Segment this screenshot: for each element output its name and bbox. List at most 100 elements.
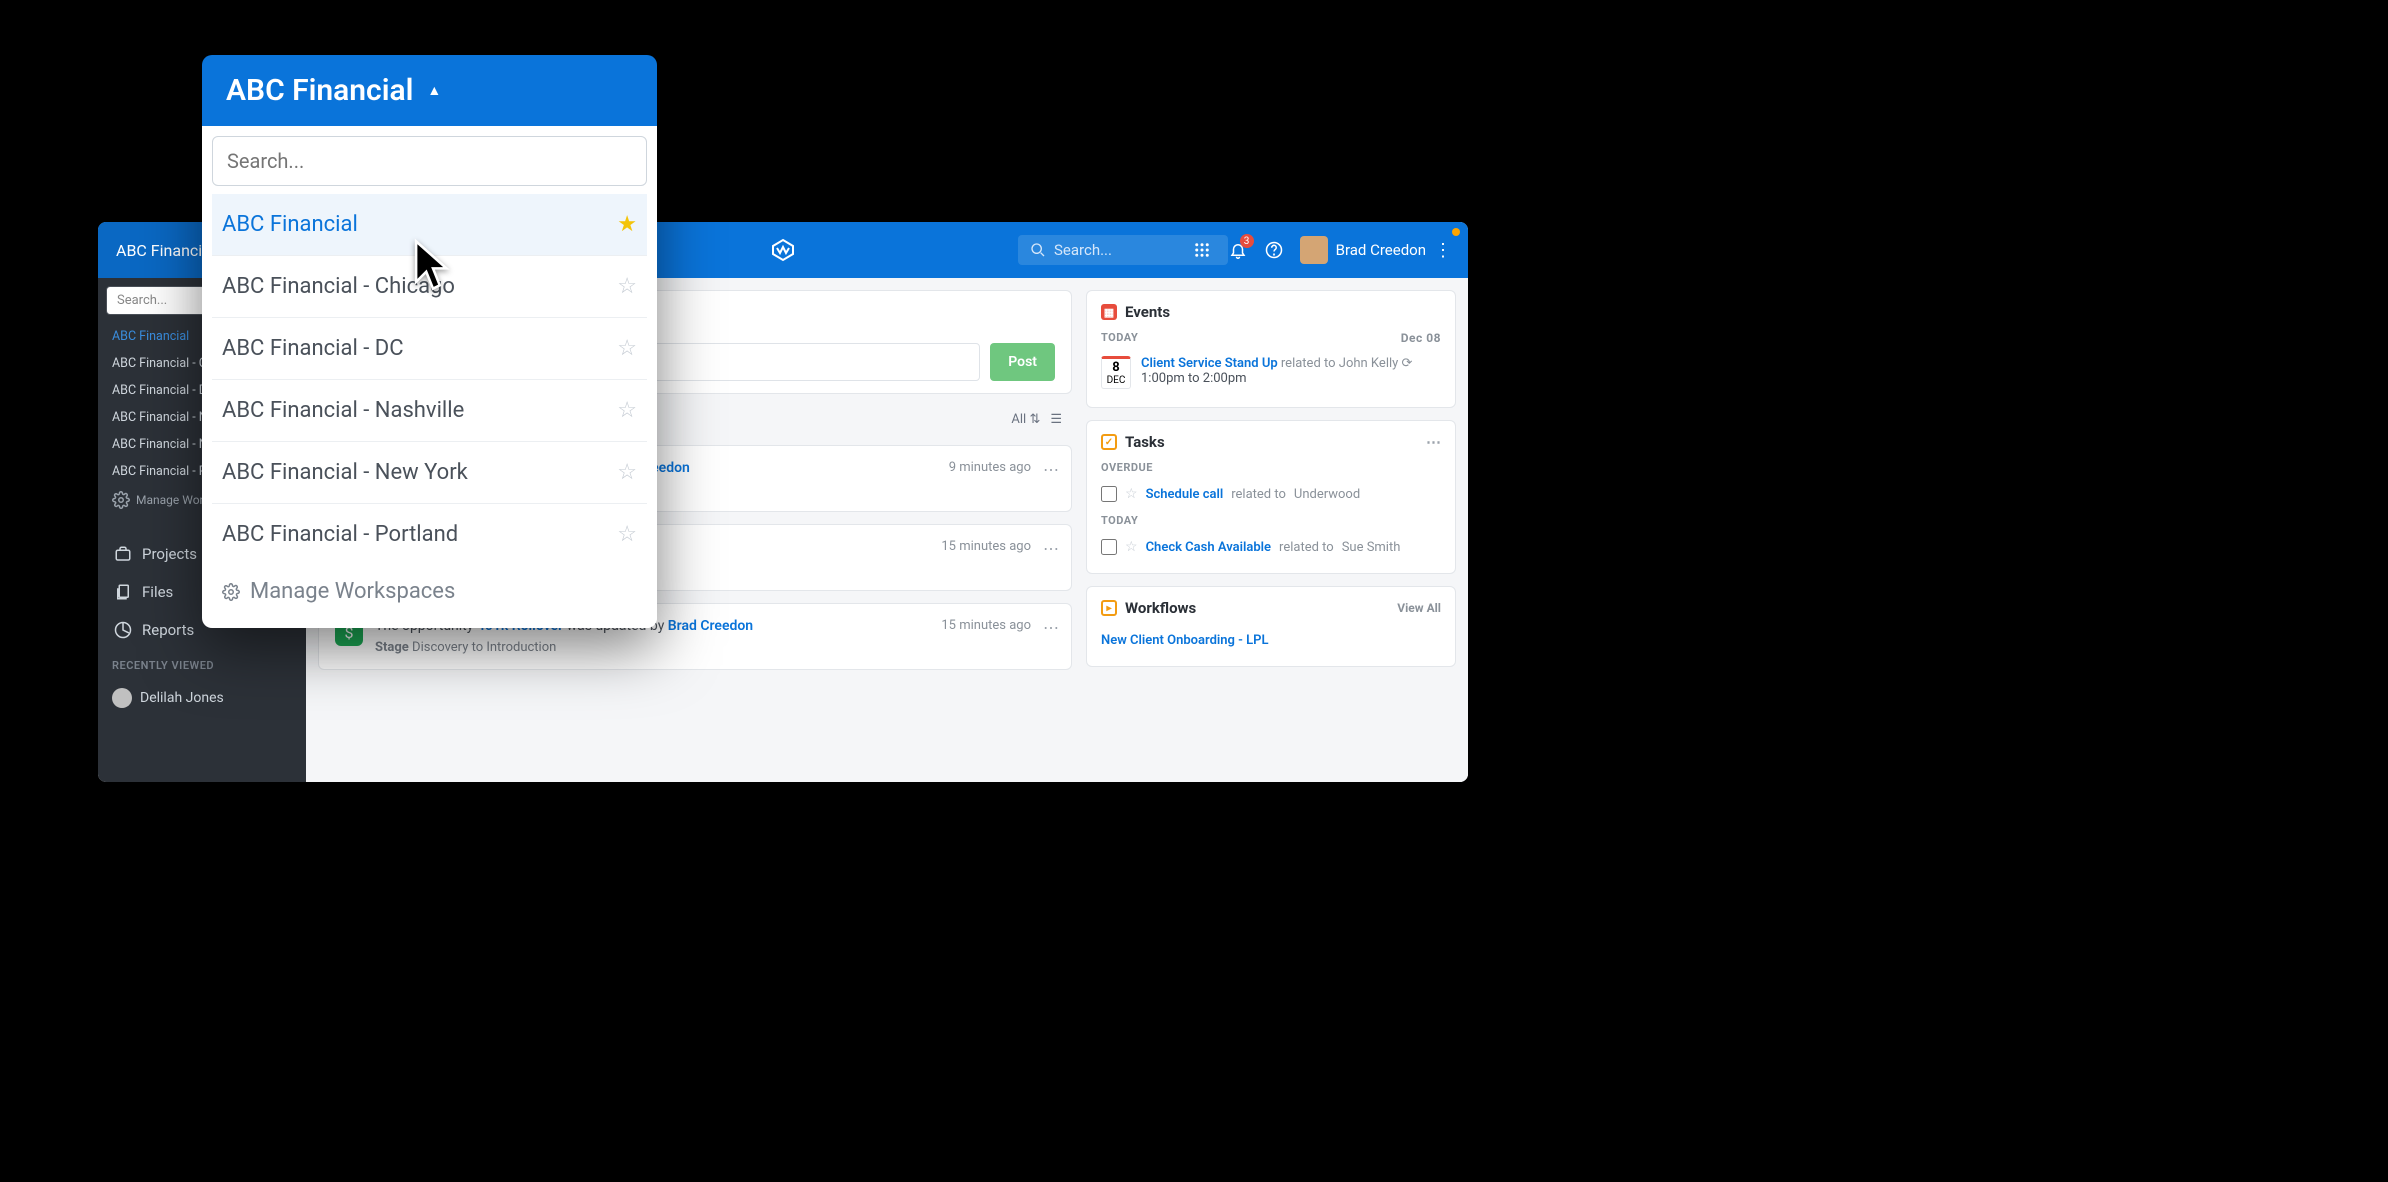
- gear-icon: [112, 491, 130, 509]
- more-icon[interactable]: ⋯: [1426, 433, 1441, 451]
- more-icon[interactable]: ⋯: [1043, 460, 1059, 479]
- task-contact[interactable]: Sue Smith: [1342, 540, 1401, 555]
- help-icon[interactable]: [1264, 240, 1284, 260]
- search-placeholder: Search...: [1054, 241, 1112, 259]
- task-link[interactable]: Schedule call: [1146, 487, 1224, 502]
- task-checkbox[interactable]: [1101, 539, 1117, 555]
- workspace-switcher-overlay: ABC Financial ▲ ABC Financial ★ ABC Finan…: [202, 55, 657, 628]
- piechart-icon: [114, 621, 132, 639]
- card-header: ▦ Events: [1101, 303, 1441, 321]
- workspace-option-label: ABC Financial: [222, 212, 358, 237]
- star-icon[interactable]: ☆: [1125, 539, 1138, 555]
- overlay-body: ABC Financial★ ABC Financial - Chicago☆ …: [202, 126, 657, 628]
- task-contact[interactable]: Underwood: [1294, 487, 1360, 502]
- event-contact[interactable]: John Kelly: [1339, 356, 1399, 371]
- card-title: Tasks: [1125, 433, 1165, 451]
- recent-item[interactable]: Delilah Jones: [98, 682, 306, 714]
- nav-label: Projects: [142, 545, 197, 563]
- view-all-link[interactable]: View All: [1397, 601, 1441, 615]
- card-header: ▸ Workflows View All: [1101, 599, 1441, 617]
- workspace-option-label: ABC Financial - New York: [222, 460, 468, 485]
- workspace-option-label: ABC Financial - DC: [222, 336, 404, 361]
- feed-detail: Stage Discovery to Introduction: [375, 640, 1055, 655]
- star-icon[interactable]: ☆: [617, 460, 637, 485]
- workspace-option[interactable]: ABC Financial - Portland ☆: [212, 503, 647, 565]
- avatar: [1300, 236, 1328, 264]
- filter-all[interactable]: All ⇅: [1011, 412, 1040, 427]
- feed-link-user[interactable]: Brad Creedon: [668, 618, 753, 634]
- check-icon: ✓: [1101, 434, 1117, 450]
- overlay-header[interactable]: ABC Financial ▲: [202, 55, 657, 126]
- task-row[interactable]: ☆ Schedule call related to Underwood: [1101, 480, 1441, 508]
- status-dot: [1452, 228, 1460, 236]
- workspace-option-label: ABC Financial - Nashville: [222, 398, 464, 423]
- star-icon[interactable]: ★: [617, 212, 637, 237]
- post-button[interactable]: Post: [990, 343, 1055, 381]
- user-name: Brad Creedon: [1336, 241, 1426, 259]
- apps-icon[interactable]: [1192, 240, 1212, 260]
- app-logo[interactable]: [771, 238, 795, 262]
- card-title: Workflows: [1125, 599, 1196, 617]
- avatar: [112, 688, 132, 708]
- feed-time: 15 minutes ago: [941, 618, 1031, 633]
- recently-viewed-header: RECENTLY VIEWED: [98, 649, 306, 682]
- task-checkbox[interactable]: [1101, 486, 1117, 502]
- calendar-icon: ▦: [1101, 304, 1117, 320]
- workspace-name: ABC Financial: [116, 241, 215, 260]
- event-time: 1:00pm to 2:00pm: [1141, 371, 1441, 386]
- refresh-icon: ⟳: [1402, 356, 1413, 371]
- more-icon[interactable]: ⋯: [1043, 618, 1059, 637]
- workflows-card: ▸ Workflows View All New Client Onboardi…: [1086, 586, 1456, 667]
- search-icon: [1030, 242, 1046, 258]
- section-label: OVERDUE: [1101, 461, 1441, 474]
- workspace-option[interactable]: ABC Financial - DC ☆: [212, 317, 647, 379]
- event-row[interactable]: 8DEC Client Service Stand Up related to …: [1101, 350, 1441, 395]
- star-icon[interactable]: ☆: [617, 274, 637, 299]
- nav-label: Files: [142, 583, 173, 601]
- workflow-link[interactable]: New Client Onboarding - LPL: [1101, 633, 1269, 648]
- star-icon[interactable]: ☆: [617, 336, 637, 361]
- feed-time: 9 minutes ago: [949, 460, 1031, 475]
- filter-icon[interactable]: ☰: [1050, 412, 1062, 427]
- play-icon: ▸: [1101, 600, 1117, 616]
- event-text: Client Service Stand Up related to John …: [1141, 356, 1441, 389]
- sort-icon: ⇅: [1029, 412, 1040, 427]
- card-title: Events: [1125, 303, 1170, 321]
- caret-up-icon: ▲: [427, 82, 441, 99]
- bell-icon[interactable]: 3: [1228, 240, 1248, 260]
- more-icon[interactable]: ⋯: [1043, 539, 1059, 558]
- nav-label: Reports: [142, 621, 194, 639]
- workspace-option-label: ABC Financial - Portland: [222, 522, 458, 547]
- star-icon[interactable]: ☆: [617, 398, 637, 423]
- section-label: TODAYDec 08: [1101, 331, 1441, 344]
- card-header: ✓ Tasks ⋯: [1101, 433, 1441, 451]
- star-icon[interactable]: ☆: [617, 522, 637, 547]
- files-icon: [114, 583, 132, 601]
- section-label: TODAY: [1101, 514, 1441, 527]
- cursor-icon: [410, 238, 456, 296]
- topbar-right: 3 Brad Creedon ⋮: [1192, 236, 1452, 264]
- feed-time: 15 minutes ago: [941, 539, 1031, 554]
- task-link[interactable]: Check Cash Available: [1146, 540, 1271, 555]
- today-date: Dec 08: [1401, 331, 1441, 345]
- star-icon[interactable]: ☆: [1125, 486, 1138, 502]
- overlay-search-input[interactable]: [212, 136, 647, 186]
- events-card: ▦ Events TODAYDec 08 8DEC Client Service…: [1086, 290, 1456, 408]
- kebab-icon: ⋮: [1434, 240, 1452, 261]
- workspace-option[interactable]: ABC Financial - Nashville ☆: [212, 379, 647, 441]
- recent-item-label: Delilah Jones: [140, 690, 224, 706]
- event-link[interactable]: Client Service Stand Up: [1141, 356, 1278, 371]
- workspace-option[interactable]: ABC Financial - New York ☆: [212, 441, 647, 503]
- gear-icon: [222, 583, 240, 601]
- task-row[interactable]: ☆ Check Cash Available related to Sue Sm…: [1101, 533, 1441, 561]
- notification-badge: 3: [1240, 234, 1254, 248]
- date-box: 8DEC: [1101, 356, 1131, 389]
- overlay-title: ABC Financial: [226, 73, 413, 108]
- manage-workspaces[interactable]: Manage Workspaces: [212, 565, 647, 618]
- user-menu[interactable]: Brad Creedon ⋮: [1300, 236, 1452, 264]
- manage-workspaces-label: Manage Workspaces: [250, 579, 455, 604]
- tasks-card: ✓ Tasks ⋯ OVERDUE ☆ Schedule call relate…: [1086, 420, 1456, 574]
- workflow-row[interactable]: New Client Onboarding - LPL: [1101, 627, 1441, 654]
- briefcase-icon: [114, 545, 132, 563]
- right-column: ▦ Events TODAYDec 08 8DEC Client Service…: [1086, 290, 1456, 770]
